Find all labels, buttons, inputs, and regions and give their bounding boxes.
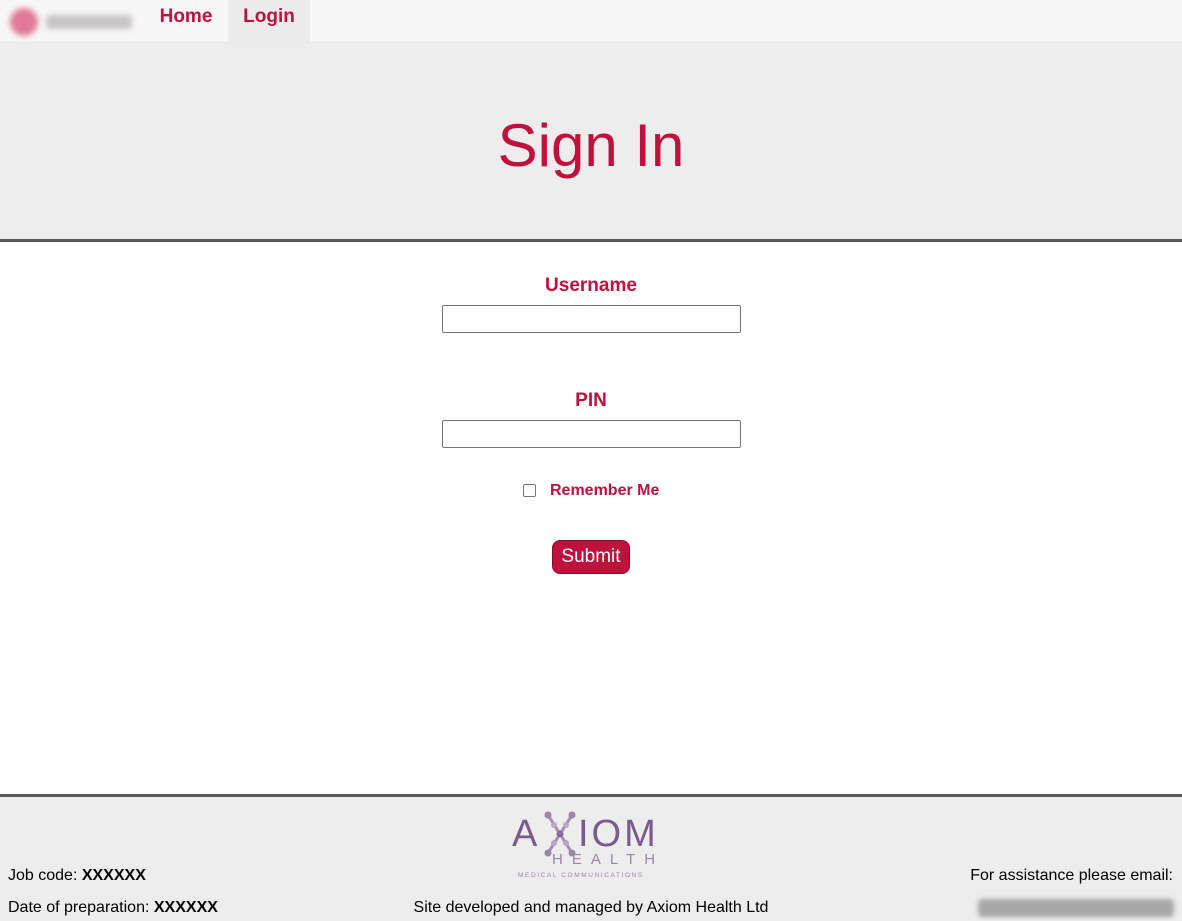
remember-me-label[interactable]: Remember Me [550,482,659,500]
brand-logo[interactable] [6,4,136,40]
nav-login-link[interactable]: Login [228,0,310,43]
axiom-logo-graphic: A IOM HEALTH MEDICAL COMMUNICATIONS [512,811,664,879]
submit-button[interactable]: Submit [552,540,630,574]
nav-home-link[interactable]: Home [144,0,228,43]
username-input[interactable] [442,305,741,333]
brand-logo-wordmark [46,15,132,29]
page-footer: A IOM HEALTH MEDICAL COMMUNICATIONS Job … [0,794,1182,921]
logo-letter-a: A [512,813,538,855]
page-header: Sign In [0,43,1182,239]
assistance-text: For assistance please email: [970,867,1173,884]
username-label: Username [545,275,637,296]
job-code: Job code: XXXXXX [8,867,146,885]
pin-label: PIN [575,390,607,411]
job-code-value: XXXXXX [81,867,146,884]
pin-input[interactable] [442,420,741,448]
header-divider [0,239,1182,242]
redacted-email [978,899,1174,917]
brand-logo-mark [10,8,38,36]
top-navbar: Home Login [0,0,1182,43]
logo-letters-iom: IOM [578,813,659,855]
job-code-label: Job code: [8,867,82,884]
logo-health-text: HEALTH [552,851,664,868]
logo-tagline: MEDICAL COMMUNICATIONS [518,872,644,879]
dna-x-icon [544,811,576,857]
page-title: Sign In [497,112,685,179]
remember-me-checkbox[interactable] [523,484,536,497]
axiom-health-logo: A IOM HEALTH MEDICAL COMMUNICATIONS [512,809,672,881]
support-email-link[interactable] [978,899,1174,917]
